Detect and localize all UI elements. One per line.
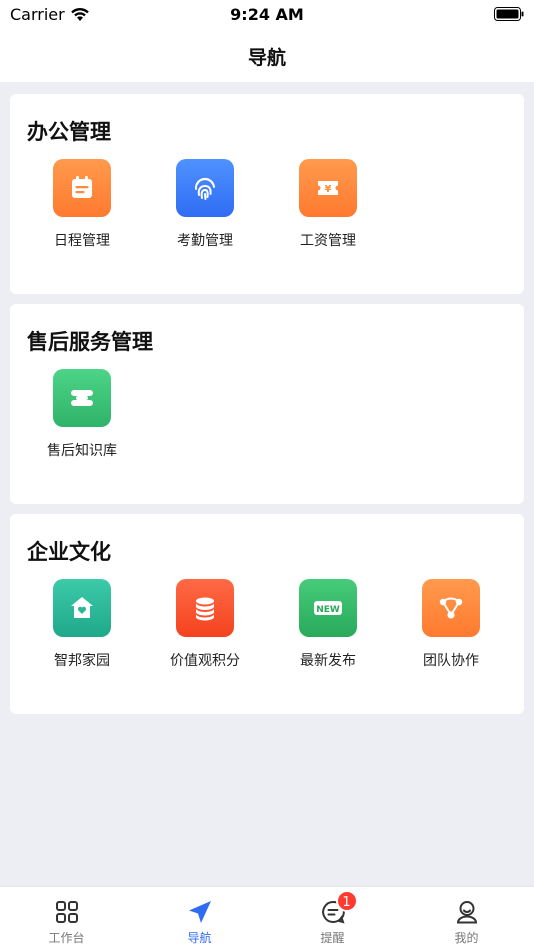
item-label: 考勤管理 (177, 233, 233, 249)
item-label: 日程管理 (54, 233, 110, 249)
grid-item-schedule[interactable]: 日程管理 (27, 159, 137, 259)
user-icon (454, 899, 480, 925)
knowledge-base-icon (53, 369, 111, 427)
tab-reminder[interactable]: 1 提醒 (266, 887, 399, 950)
nav-header: 导航 (0, 30, 534, 82)
tab-label: 工作台 (48, 931, 85, 945)
grid-item-team-collaboration[interactable]: 团队协作 (396, 579, 506, 679)
salary-ticket-icon: ¥ (299, 159, 357, 217)
page-title: 导航 (247, 46, 286, 69)
coin-stack-icon (176, 579, 234, 637)
grid-icon (54, 899, 80, 925)
section-title: 售后服务管理 (27, 330, 153, 354)
section-office-management: 办公管理 日程管理 考勤管理 ¥ 工资管理 (10, 94, 524, 294)
tab-workbench[interactable]: 工作台 (0, 887, 133, 950)
status-time: 9:24 AM (230, 5, 304, 24)
grid-item-knowledge-base[interactable]: 售后知识库 (27, 369, 137, 469)
tab-label: 提醒 (320, 931, 345, 945)
battery-icon (494, 7, 524, 21)
section-title: 企业文化 (27, 540, 111, 564)
calendar-icon (53, 159, 111, 217)
bottom-tab-bar: 工作台 导航 1 提醒 我的 (0, 886, 534, 950)
new-badge-text: NEW (316, 605, 340, 615)
item-label: 智邦家园 (54, 653, 110, 669)
tab-label: 我的 (454, 931, 479, 945)
grid-item-attendance[interactable]: 考勤管理 (150, 159, 260, 259)
item-label: 售后知识库 (47, 443, 117, 459)
status-bar: Carrier 9:24 AM (0, 0, 534, 30)
fingerprint-icon (176, 159, 234, 217)
home-heart-icon (53, 579, 111, 637)
section-title: 办公管理 (27, 120, 111, 144)
item-label: 价值观积分 (170, 653, 240, 669)
grid-item-latest-release[interactable]: NEW 最新发布 (273, 579, 383, 679)
grid-item-value-points[interactable]: 价值观积分 (150, 579, 260, 679)
app-screen: Carrier 9:24 AM 导航 办公管理 日程管理 考勤管理 ¥ 工资管理… (0, 0, 534, 950)
grid-item-zhibang-home[interactable]: 智邦家园 (27, 579, 137, 679)
section-corporate-culture: 企业文化 智邦家园 价值观积分 NEW 最新发布 团队协作 (10, 514, 524, 714)
team-network-icon (422, 579, 480, 637)
tab-label: 导航 (187, 931, 212, 945)
tab-navigation[interactable]: 导航 (133, 887, 266, 950)
item-label: 团队协作 (423, 653, 479, 669)
new-badge-icon: NEW (299, 579, 357, 637)
svg-text:¥: ¥ (325, 184, 332, 195)
tab-profile[interactable]: 我的 (400, 887, 533, 950)
item-label: 最新发布 (300, 653, 356, 669)
section-after-sales: 售后服务管理 售后知识库 (10, 304, 524, 504)
item-label: 工资管理 (300, 233, 356, 249)
navigation-arrow-icon (187, 899, 213, 925)
grid-item-salary[interactable]: ¥ 工资管理 (273, 159, 383, 259)
notification-badge: 1 (335, 890, 358, 912)
message-icon: 1 (320, 890, 358, 925)
